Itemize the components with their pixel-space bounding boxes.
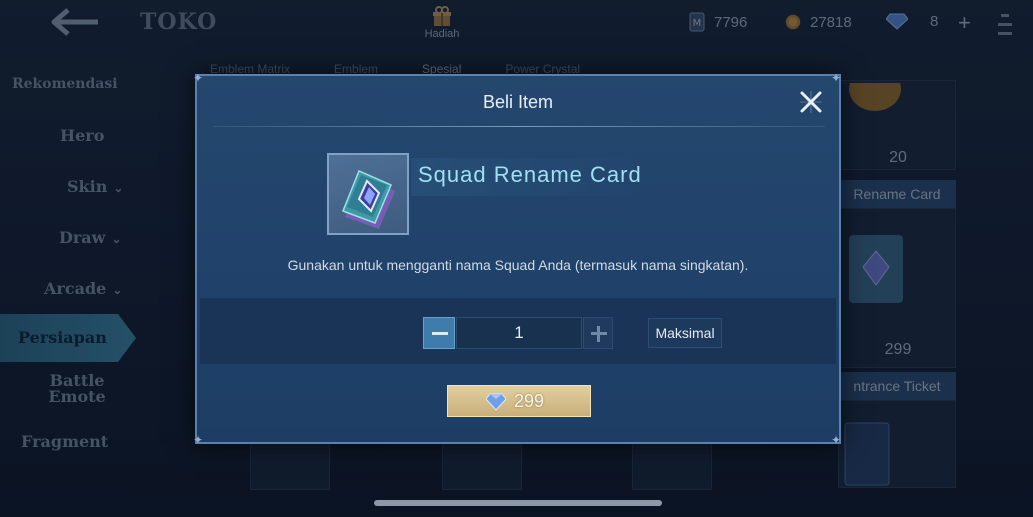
close-icon xyxy=(800,91,822,113)
diamond-icon xyxy=(486,393,506,411)
quantity-input[interactable]: 1 xyxy=(456,317,582,349)
close-button[interactable] xyxy=(797,88,825,116)
home-indicator xyxy=(374,500,662,506)
item-description: Gunakan untuk mengganti nama Squad Anda … xyxy=(287,257,749,273)
item-name: Squad Rename Card xyxy=(418,162,642,187)
corner-ornament: ✦ xyxy=(193,433,204,447)
max-quantity-button[interactable]: Maksimal xyxy=(648,318,722,348)
corner-ornament: ✦ xyxy=(831,71,842,85)
decrease-quantity-button[interactable] xyxy=(423,317,455,349)
purchase-dialog: ✦ ✦ ✦ ✦ Beli Item Squad Rename Card Guna… xyxy=(193,71,842,447)
item-image xyxy=(327,153,409,235)
corner-ornament: ✦ xyxy=(831,433,842,447)
title-divider xyxy=(213,126,825,127)
corner-ornament: ✦ xyxy=(193,71,204,85)
increase-quantity-button[interactable] xyxy=(583,317,613,349)
rename-card-icon xyxy=(329,155,407,233)
dialog-title: Beli Item xyxy=(482,92,554,112)
buy-price: 299 xyxy=(514,391,545,411)
buy-button[interactable]: 299 xyxy=(447,385,591,417)
